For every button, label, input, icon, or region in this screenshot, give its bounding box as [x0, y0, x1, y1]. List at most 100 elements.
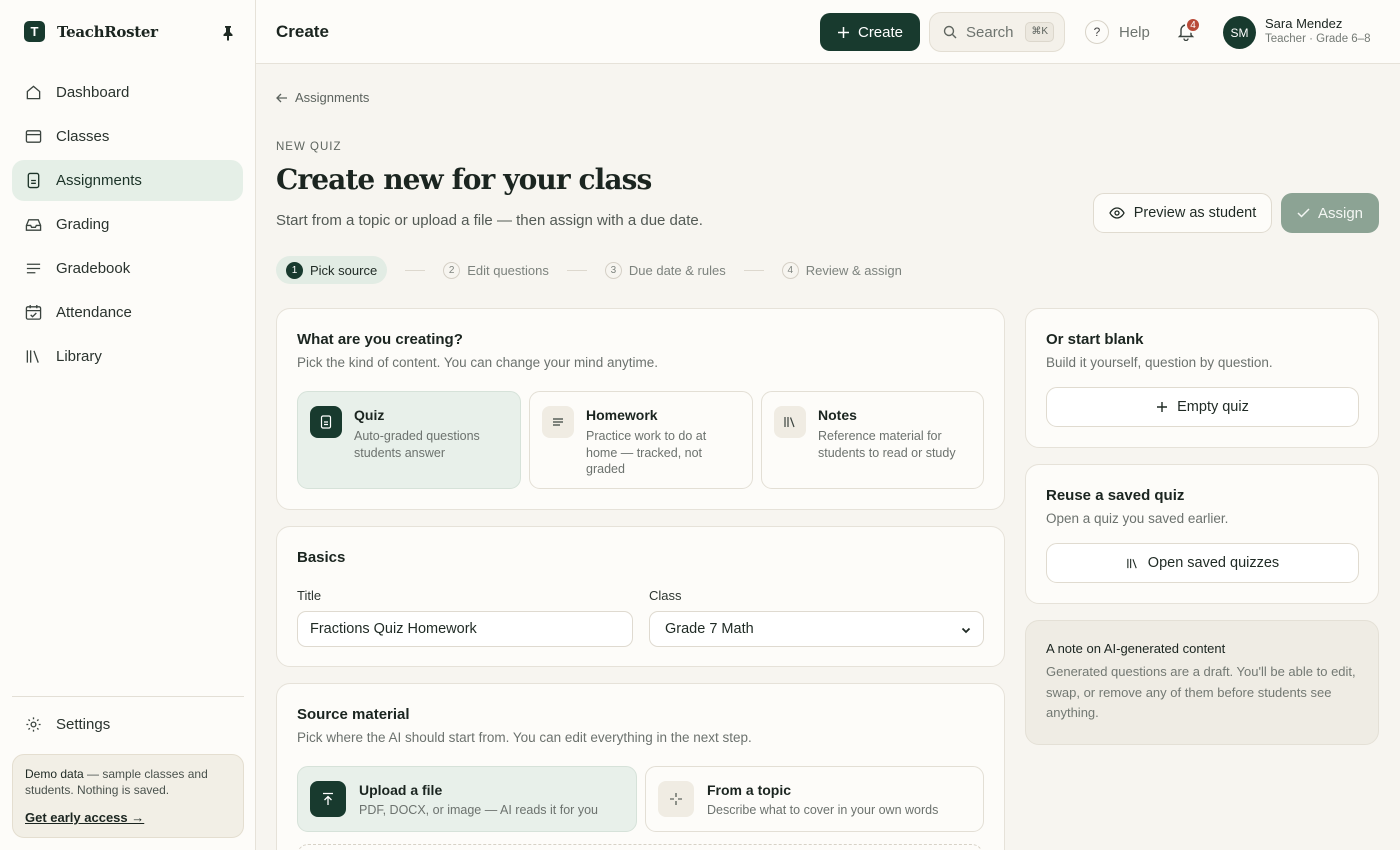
search-input[interactable]: Search ⌘K — [929, 12, 1065, 52]
step-edit-questions[interactable]: 2 Edit questions — [443, 256, 549, 284]
preview-as-student-button[interactable]: Preview as student — [1093, 193, 1272, 233]
inbox-icon — [25, 219, 42, 231]
notification-badge: 4 — [1185, 17, 1201, 33]
type-desc: Reference material for students to read … — [818, 429, 956, 460]
check-icon — [1297, 208, 1310, 218]
step-label: Review & assign — [805, 262, 902, 278]
sidebar-item-gradebook[interactable]: Gradebook — [12, 248, 243, 289]
page-subtitle: Start from a topic or upload a file — th… — [276, 212, 703, 229]
type-name: Homework — [586, 407, 658, 423]
stepper: 1 Pick source 2 Edit questions 3 Due dat… — [276, 256, 902, 284]
step-review-assign[interactable]: 4 Review & assign — [781, 256, 902, 284]
help-icon: ? — [1085, 20, 1109, 44]
help-label: Help — [1119, 23, 1150, 41]
basics-card: Basics Title Fractions Quiz Homework Cla… — [276, 526, 1005, 667]
assign-button[interactable]: Assign — [1281, 193, 1379, 233]
source-material-card: Source material Pick where the AI should… — [276, 683, 1005, 850]
note-body: Generated questions are a draft. You'll … — [1046, 664, 1356, 720]
empty-quiz-label: Empty quiz — [1177, 399, 1249, 415]
brand-logo: T — [24, 21, 45, 42]
sidebar-item-label: Gradebook — [56, 260, 131, 277]
sidebar-item-settings[interactable]: Settings — [12, 704, 243, 745]
early-access-link[interactable]: Get early access → — [25, 810, 144, 826]
step-label: Edit questions — [467, 262, 549, 278]
arrow-left-icon — [276, 93, 287, 102]
plus-icon — [837, 26, 849, 38]
step-connector — [566, 269, 587, 271]
step-label: Due date & rules — [628, 262, 726, 278]
content-type-card: What are you creating? Pick the kind of … — [276, 308, 1005, 510]
lines-icon — [542, 406, 574, 438]
brand[interactable]: T TeachRoster — [24, 21, 158, 42]
demo-title: Demo data — [25, 767, 84, 781]
create-label: Create — [857, 23, 904, 41]
sidebar-item-dashboard[interactable]: Dashboard — [12, 72, 243, 113]
back-link[interactable]: Assignments — [276, 90, 369, 105]
class-select[interactable]: Grade 7 Math — [649, 611, 984, 647]
create-button[interactable]: Create — [820, 13, 920, 51]
type-option-homework[interactable]: Homework Practice work to do at home — t… — [529, 391, 753, 489]
sidebar-item-library[interactable]: Library — [12, 336, 243, 377]
assign-label: Assign — [1317, 204, 1364, 222]
sidebar-nav: Dashboard Classes Assignments Grading Gr… — [12, 72, 243, 380]
source-desc: PDF, DOCX, or image — AI reads it for yo… — [359, 802, 598, 817]
card-subtitle: Open a quiz you saved earlier. — [1046, 511, 1229, 526]
eye-icon — [1109, 207, 1125, 219]
classes-icon — [25, 130, 42, 143]
empty-quiz-button[interactable]: Empty quiz — [1046, 387, 1359, 427]
source-option-upload[interactable]: Upload a file PDF, DOCX, or image — AI r… — [297, 766, 637, 832]
title-field[interactable]: Fractions Quiz Homework — [297, 611, 633, 647]
library-icon — [774, 406, 806, 438]
calendar-check-icon — [25, 304, 42, 320]
sidebar-item-label: Classes — [56, 128, 110, 145]
demo-notice: Demo data — sample classes and students.… — [12, 754, 244, 838]
preview-label: Preview as student — [1133, 205, 1257, 221]
sidebar-settings: Settings — [12, 704, 243, 748]
sidebar-item-label: Library — [56, 348, 102, 365]
sidebar-item-assignments[interactable]: Assignments — [12, 160, 243, 201]
card-title: Or start blank — [1046, 331, 1144, 348]
avatar[interactable]: SM — [1223, 16, 1256, 49]
card-subtitle: Pick the kind of content. You can change… — [297, 355, 658, 370]
sidebar-item-label: Assignments — [56, 172, 142, 189]
step-number: 1 — [286, 261, 303, 279]
open-saved-quizzes-button[interactable]: Open saved quizzes — [1046, 543, 1359, 583]
type-option-quiz[interactable]: Quiz Auto-graded questions students answ… — [297, 391, 521, 489]
card-title: Reuse a saved quiz — [1046, 487, 1185, 504]
step-connector — [405, 269, 426, 271]
page-header-title: Create — [276, 22, 329, 41]
sidebar-divider — [12, 696, 244, 697]
step-number: 3 — [604, 261, 622, 279]
file-dropzone[interactable] — [297, 844, 983, 850]
help-button[interactable]: ? Help — [1085, 20, 1150, 44]
type-option-notes[interactable]: Notes Reference material for students to… — [761, 391, 984, 489]
type-desc: Auto-graded questions students answer — [354, 429, 480, 460]
source-option-topic[interactable]: From a topic Describe what to cover in y… — [645, 766, 984, 832]
sidebar-item-grading[interactable]: Grading — [12, 204, 243, 245]
user-name: Sara Mendez — [1265, 16, 1343, 31]
sidebar-item-classes[interactable]: Classes — [12, 116, 243, 157]
sidebar-item-attendance[interactable]: Attendance — [12, 292, 243, 333]
step-number: 2 — [443, 261, 461, 279]
sidebar-item-label: Settings — [56, 716, 111, 733]
type-name: Quiz — [354, 407, 385, 423]
list-icon — [26, 263, 41, 274]
sidebar-item-label: Attendance — [56, 304, 132, 321]
source-desc: Describe what to cover in your own words — [707, 802, 939, 817]
card-subtitle: Pick where the AI should start from. You… — [297, 730, 752, 745]
class-label: Class — [649, 588, 682, 603]
search-shortcut: ⌘K — [1025, 22, 1054, 42]
step-due-date[interactable]: 3 Due date & rules — [604, 256, 726, 284]
note-title: A note on AI-generated content — [1046, 641, 1226, 656]
brand-name: TeachRoster — [57, 22, 158, 41]
user-role: Teacher · Grade 6–8 — [1265, 33, 1371, 45]
type-desc: Practice work to do at home — tracked, n… — [586, 429, 707, 476]
assignment-icon — [27, 172, 40, 189]
card-title: What are you creating? — [297, 331, 463, 348]
home-icon — [26, 85, 41, 100]
sidebar: T TeachRoster Dashboard Classes Assignme… — [0, 0, 256, 850]
step-pick-source[interactable]: 1 Pick source — [276, 256, 388, 284]
type-name: Notes — [818, 407, 857, 423]
page-eyebrow: NEW QUIZ — [276, 141, 342, 153]
pin-icon[interactable] — [221, 25, 235, 41]
